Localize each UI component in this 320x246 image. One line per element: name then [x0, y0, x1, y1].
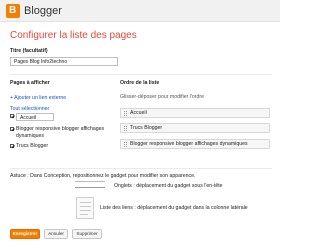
order-item-blogger-responsive[interactable]: Blogger responsive blogger affichages dy… [120, 139, 270, 149]
order-item-accueil[interactable]: Accueil [120, 108, 270, 118]
page-checkbox-blogger-responsive[interactable] [10, 127, 14, 131]
app-header: B Blogger [0, 0, 280, 22]
page-item-blogger-responsive: Blogger responsive blogger affichages dy… [16, 126, 116, 140]
save-button[interactable]: Enregistrer [10, 229, 40, 239]
drag-handle-icon[interactable] [124, 111, 127, 116]
link-list-illustration-icon [76, 197, 94, 219]
title-field-label: Titre (facultatif) [10, 48, 48, 54]
section-divider [10, 168, 272, 169]
brand-name: Blogger [24, 5, 62, 17]
order-item-label: Blogger responsive blogger affichages dy… [130, 141, 248, 147]
page-checkbox-trucs-blogger[interactable] [10, 144, 14, 148]
tabs-illustration-line [75, 187, 105, 188]
add-external-link[interactable]: + Ajouter un lien externe [10, 95, 66, 102]
tabs-illustration-line [75, 181, 105, 182]
layout-tip: Astuce : Dans Conception, repositionnez … [10, 173, 196, 179]
title-input[interactable]: Pages Blog Info2techno [10, 57, 118, 66]
select-all-link[interactable]: Tout sélectionner [10, 106, 49, 113]
blogger-logo-icon: B [6, 4, 20, 18]
order-section-label: Ordre de la liste [120, 80, 160, 86]
pages-section-label: Pages à afficher [10, 80, 50, 86]
page-item-accueil: Accueil [16, 113, 54, 121]
tabs-layout-label: Onglets : déplacement du gadget sous l'e… [114, 183, 223, 189]
page-checkbox-accueil[interactable] [10, 114, 14, 118]
list-layout-label: Liste des liens : déplacement du gadget … [100, 205, 248, 211]
logo-letter: B [9, 5, 17, 16]
order-item-label: Trucs Blogger [130, 125, 163, 131]
order-item-trucs-blogger[interactable]: Trucs Blogger [120, 123, 270, 133]
drag-handle-icon[interactable] [124, 142, 127, 147]
cancel-button[interactable]: Annuler [44, 229, 68, 239]
section-divider [10, 74, 272, 75]
drag-handle-icon[interactable] [124, 126, 127, 131]
page-item-trucs-blogger: Trucs Blogger [16, 143, 49, 149]
order-item-label: Accueil [130, 110, 147, 116]
delete-button[interactable]: Supprimer [72, 229, 102, 239]
order-hint: Glisser-déposer pour modifier l'ordre [120, 94, 205, 100]
page-title: Configurer la liste des pages [10, 30, 137, 41]
page-item-blogger-responsive-label: Blogger responsive blogger affichages dy… [16, 126, 105, 139]
